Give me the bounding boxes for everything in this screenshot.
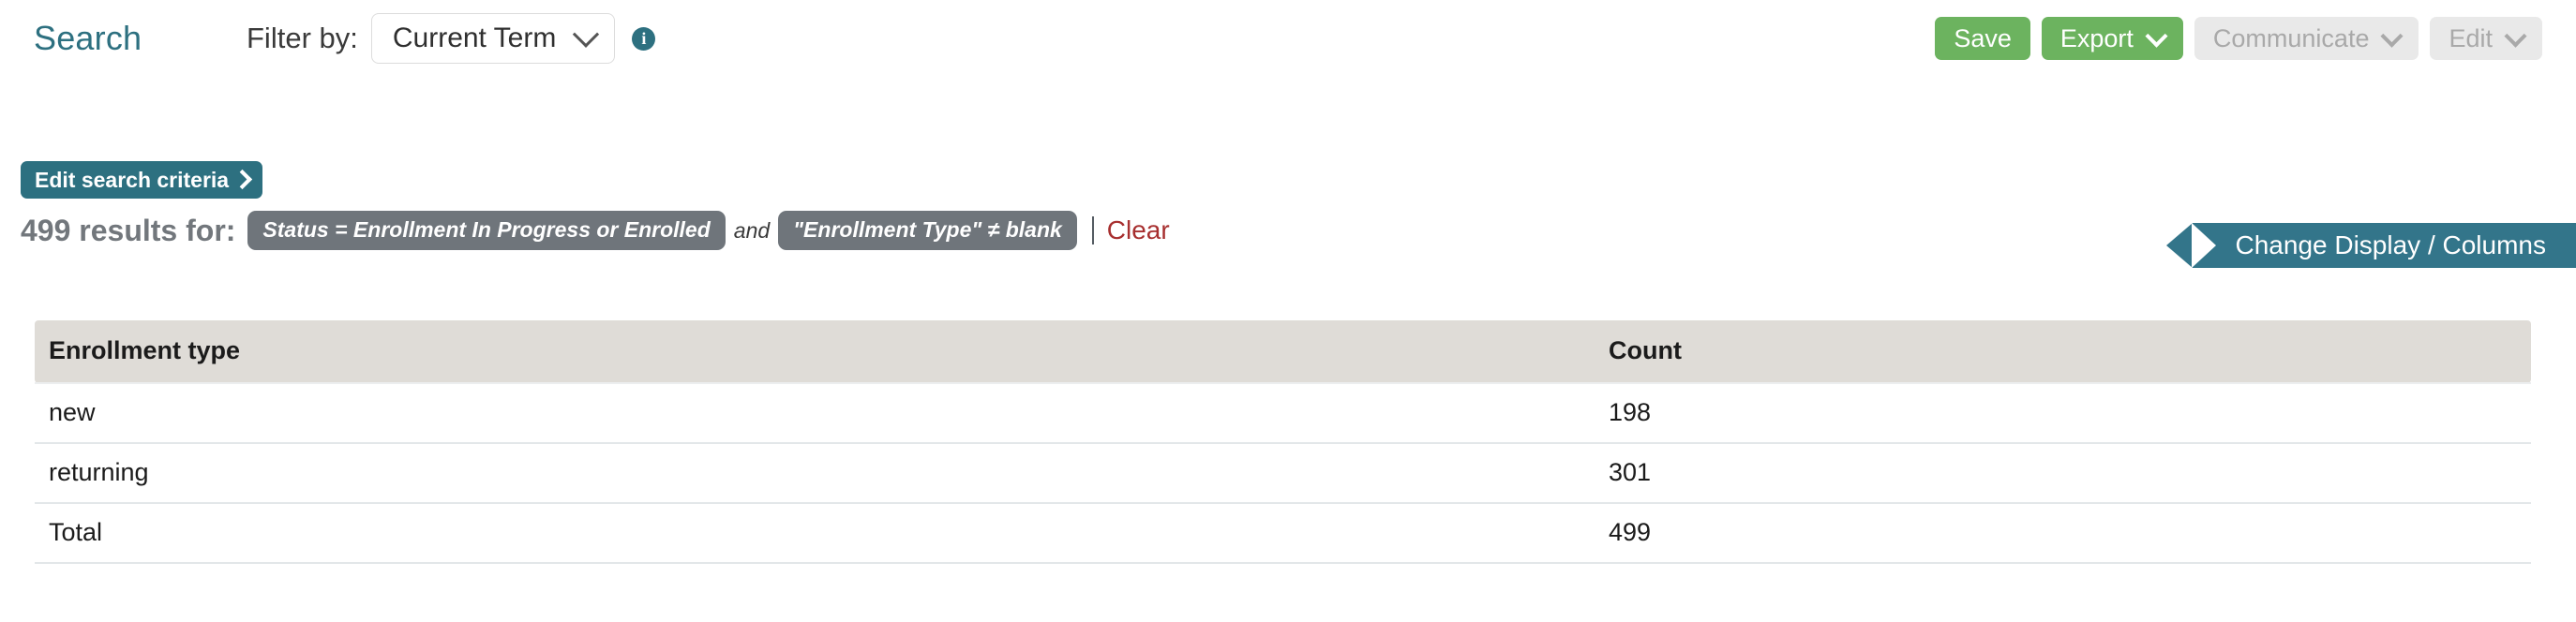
change-display-columns-label: Change Display / Columns [2236, 230, 2547, 260]
term-filter-select[interactable]: Current Term [371, 13, 616, 64]
export-button[interactable]: Export [2042, 17, 2183, 60]
chevron-down-icon [573, 22, 599, 48]
chevron-down-icon [2381, 24, 2404, 47]
search-summary: 499 results for: Status = Enrollment In … [21, 211, 1170, 250]
export-button-label: Export [2060, 24, 2134, 53]
cell-count: 499 [1595, 503, 2531, 563]
results-table-container: Enrollment type Count new 198 returning … [35, 320, 2531, 564]
filter-group: Filter by: Current Term i [247, 13, 655, 64]
edit-button[interactable]: Edit [2430, 17, 2542, 60]
cell-enrollment-type: returning [35, 443, 1595, 503]
column-header-count[interactable]: Count [1595, 320, 2531, 383]
filter-by-label: Filter by: [247, 22, 358, 55]
table-row: new 198 [35, 383, 2531, 443]
edit-search-criteria-button[interactable]: Edit search criteria [21, 161, 262, 199]
clear-criteria-link[interactable]: Clear [1107, 215, 1170, 245]
communicate-button[interactable]: Communicate [2194, 17, 2419, 60]
top-toolbar: Search Filter by: Current Term i Save Ex… [0, 0, 2576, 81]
table-row: Total 499 [35, 503, 2531, 563]
results-table: Enrollment type Count new 198 returning … [35, 320, 2531, 564]
criteria-divider [1092, 216, 1094, 244]
chevron-down-icon [2504, 24, 2526, 47]
chevron-down-icon [2145, 24, 2167, 47]
term-filter-value: Current Term [393, 22, 557, 54]
info-icon[interactable]: i [632, 27, 655, 51]
edit-button-label: Edit [2449, 24, 2493, 53]
results-count-label: 499 results for: [21, 214, 235, 248]
cell-enrollment-type: Total [35, 503, 1595, 563]
action-button-group: Save Export Communicate Edit [1935, 17, 2542, 60]
table-body: new 198 returning 301 Total 499 [35, 383, 2531, 563]
criteria-chip-status[interactable]: Status = Enrollment In Progress or Enrol… [247, 211, 725, 250]
change-display-columns-button[interactable]: Change Display / Columns [2193, 223, 2576, 268]
cell-count: 301 [1595, 443, 2531, 503]
table-header-row: Enrollment type Count [35, 320, 2531, 383]
edit-search-criteria-label: Edit search criteria [35, 168, 229, 193]
save-button-label: Save [1954, 24, 2012, 53]
criteria-chip-enrollment-type[interactable]: "Enrollment Type" ≠ blank [778, 211, 1077, 250]
table-row: returning 301 [35, 443, 2531, 503]
column-header-enrollment-type[interactable]: Enrollment type [35, 320, 1595, 383]
save-button[interactable]: Save [1935, 17, 2030, 60]
page-title: Search [34, 19, 142, 58]
cell-count: 198 [1595, 383, 2531, 443]
chevron-right-icon [232, 170, 252, 189]
criteria-conjunction: and [726, 218, 778, 244]
table-header: Enrollment type Count [35, 320, 2531, 383]
communicate-button-label: Communicate [2213, 24, 2370, 53]
cell-enrollment-type: new [35, 383, 1595, 443]
